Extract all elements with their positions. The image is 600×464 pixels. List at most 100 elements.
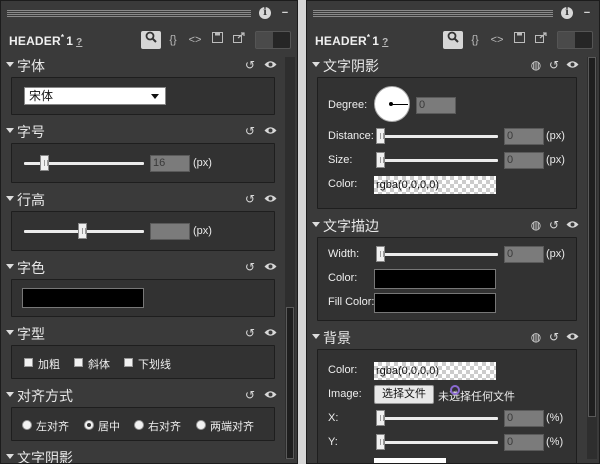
size-input[interactable]: 16 [150, 155, 190, 172]
size-slider[interactable] [376, 159, 498, 162]
export-icon[interactable] [229, 31, 249, 49]
align-left-radio[interactable] [22, 420, 32, 430]
size-slider-handle[interactable] [376, 152, 385, 168]
braces-icon[interactable]: {} [465, 31, 485, 49]
minimize-icon[interactable]: − [279, 7, 291, 19]
fill-color-swatch[interactable] [374, 293, 496, 313]
size-slider-handle[interactable] [40, 155, 49, 171]
globe-icon[interactable]: ◍ [529, 330, 543, 344]
eye-icon[interactable] [565, 58, 579, 72]
globe-icon[interactable]: ◍ [529, 58, 543, 72]
chevron-down-icon[interactable] [6, 454, 14, 459]
bg-y-slider-handle[interactable] [376, 434, 385, 450]
chevron-down-icon[interactable] [6, 264, 14, 269]
info-icon[interactable]: i [561, 7, 573, 19]
degree-input[interactable]: 0 [416, 97, 456, 114]
reset-icon[interactable]: ↺ [243, 326, 257, 340]
chevron-down-icon[interactable] [6, 62, 14, 67]
help-link[interactable]: ? [76, 37, 82, 48]
scrollbar[interactable] [587, 57, 597, 459]
save-icon[interactable] [509, 31, 529, 49]
chevron-down-icon[interactable] [312, 62, 320, 67]
stroke-color-swatch[interactable] [374, 269, 496, 289]
panel-titlebar[interactable]: i − [307, 1, 599, 27]
reset-icon[interactable]: ↺ [243, 58, 257, 72]
section-background-head[interactable]: 背景 ◍ ↺ [307, 325, 585, 349]
reset-icon[interactable]: ↺ [547, 218, 561, 232]
distance-slider[interactable] [376, 135, 498, 138]
drag-grip[interactable] [313, 10, 553, 18]
chevron-down-icon[interactable] [6, 392, 14, 397]
stroke-width-slider[interactable] [376, 253, 498, 256]
bg-x-input[interactable]: 0 [504, 410, 544, 427]
help-link[interactable]: ? [382, 37, 388, 48]
size-input[interactable]: 0 [504, 152, 544, 169]
section-align-head[interactable]: 对齐方式 ↺ [1, 383, 283, 407]
section-shadow-head[interactable]: 文字阴影 [1, 445, 283, 463]
reset-icon[interactable]: ↺ [243, 260, 257, 274]
distance-slider-handle[interactable] [376, 128, 385, 144]
eye-icon[interactable] [263, 58, 277, 72]
align-justify-radio[interactable] [196, 420, 206, 430]
section-font-head[interactable]: 字体 ↺ [1, 53, 283, 77]
section-stroke-head[interactable]: 文字描边 ◍ ↺ [307, 213, 585, 237]
chevron-down-icon[interactable] [312, 334, 320, 339]
eye-icon[interactable] [263, 260, 277, 274]
section-line-height-head[interactable]: 行高 ↺ [1, 187, 283, 211]
chevron-down-icon[interactable] [6, 128, 14, 133]
reset-icon[interactable]: ↺ [547, 330, 561, 344]
panel-titlebar[interactable]: i − [1, 1, 297, 27]
bg-y-input[interactable]: 0 [504, 434, 544, 451]
line-height-input[interactable] [150, 223, 190, 240]
eye-icon[interactable] [263, 192, 277, 206]
reset-icon[interactable]: ↺ [243, 388, 257, 402]
eye-icon[interactable] [565, 330, 579, 344]
reset-icon[interactable]: ↺ [243, 192, 257, 206]
eye-icon[interactable] [263, 388, 277, 402]
export-icon[interactable] [531, 31, 551, 49]
eye-icon[interactable] [565, 218, 579, 232]
scrollbar[interactable] [285, 57, 295, 459]
section-style-head[interactable]: 字型 ↺ [1, 321, 283, 345]
align-right-radio[interactable] [134, 420, 144, 430]
stroke-width-input[interactable]: 0 [504, 246, 544, 263]
code-icon[interactable]: <> [185, 31, 205, 49]
bg-y-slider[interactable] [376, 441, 498, 444]
section-shadow-head[interactable]: 文字阴影 ◍ ↺ [307, 53, 585, 77]
reset-icon[interactable]: ↺ [243, 124, 257, 138]
italic-checkbox[interactable] [74, 358, 83, 367]
degree-dial[interactable] [374, 86, 410, 122]
bg-x-slider-handle[interactable] [376, 410, 385, 426]
search-button[interactable] [443, 31, 463, 49]
stroke-width-slider-handle[interactable] [376, 246, 385, 262]
save-icon[interactable] [207, 31, 227, 49]
font-select[interactable]: 宋体 [24, 87, 166, 105]
shadow-color-picker[interactable]: rgba(0,0,0,0) [374, 176, 496, 194]
bg-x-slider[interactable] [376, 417, 498, 420]
minimize-icon[interactable]: − [581, 7, 593, 19]
scrollbar-thumb[interactable] [588, 57, 596, 417]
reset-icon[interactable]: ↺ [547, 58, 561, 72]
view-toggle[interactable] [557, 31, 593, 49]
chevron-down-icon[interactable] [312, 222, 320, 227]
choose-file-button[interactable]: 选择文件 [374, 385, 434, 404]
eye-icon[interactable] [263, 124, 277, 138]
view-toggle[interactable] [255, 31, 291, 49]
eye-icon[interactable] [263, 326, 277, 340]
search-button[interactable] [141, 31, 161, 49]
section-color-head[interactable]: 字色 ↺ [1, 255, 283, 279]
globe-icon[interactable]: ◍ [529, 218, 543, 232]
chevron-down-icon[interactable] [6, 330, 14, 335]
font-color-swatch[interactable] [22, 288, 144, 308]
info-icon[interactable]: i [259, 7, 271, 19]
chevron-down-icon[interactable] [6, 196, 14, 201]
drag-grip[interactable] [7, 10, 251, 18]
background-color-picker[interactable]: rgba(0,0,0,0) [374, 362, 496, 380]
bold-checkbox[interactable] [24, 358, 33, 367]
underline-checkbox[interactable] [124, 358, 133, 367]
section-size-head[interactable]: 字号 ↺ [1, 119, 283, 143]
scrollbar-thumb[interactable] [286, 307, 294, 459]
align-center-radio[interactable] [84, 420, 94, 430]
code-icon[interactable]: <> [487, 31, 507, 49]
distance-input[interactable]: 0 [504, 128, 544, 145]
